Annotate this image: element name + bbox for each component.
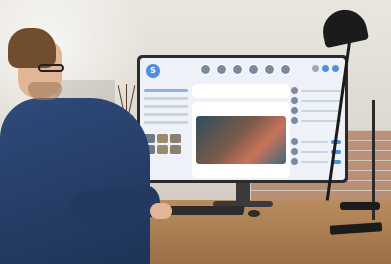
- header-icons: [312, 65, 339, 72]
- social-app-screen: S: [140, 58, 345, 180]
- post-image: [196, 116, 286, 164]
- photo-thumbnail: [157, 145, 168, 154]
- contact-row: [291, 107, 341, 114]
- photo-thumbnail: [157, 134, 168, 143]
- mouse: [248, 210, 260, 217]
- notification-icon: [312, 65, 319, 72]
- avatar: [232, 64, 243, 75]
- contact-row: [291, 87, 341, 94]
- contact-row: [291, 97, 341, 104]
- suggestion-name: [301, 160, 328, 163]
- feed-post: [192, 102, 290, 178]
- contact-name: [301, 119, 341, 122]
- suggestion-name: [301, 150, 328, 153]
- man-at-computer: [0, 10, 172, 264]
- contact-name: [301, 109, 341, 112]
- avatar: [291, 87, 298, 94]
- photo-scene: S: [0, 0, 391, 264]
- post-composer: [192, 84, 290, 98]
- desk-lamp-base: [340, 202, 380, 210]
- avatar: [200, 64, 211, 75]
- photo-thumbnail: [170, 134, 181, 143]
- suggestion-name: [301, 140, 328, 143]
- hair: [8, 28, 56, 68]
- monitor: S: [137, 55, 348, 183]
- profile-icon: [332, 65, 339, 72]
- feed: [192, 84, 290, 180]
- avatar: [291, 107, 298, 114]
- contact-name: [301, 99, 341, 102]
- avatar: [291, 117, 298, 124]
- avatar: [291, 158, 298, 165]
- avatar: [291, 97, 298, 104]
- avatar: [264, 64, 275, 75]
- avatar: [291, 138, 298, 145]
- settings-icon: [322, 65, 329, 72]
- contact-row: [291, 117, 341, 124]
- monitor-stand: [236, 183, 250, 203]
- glasses: [38, 64, 64, 72]
- avatar: [216, 64, 227, 75]
- avatar: [248, 64, 259, 75]
- shirt: [0, 98, 150, 264]
- avatar: [280, 64, 291, 75]
- beard: [28, 82, 62, 100]
- avatar: [291, 148, 298, 155]
- desk-lamp-head: [318, 5, 370, 49]
- contact-name: [301, 89, 341, 92]
- keyboard: [159, 206, 245, 215]
- photo-thumbnail: [170, 145, 181, 154]
- story-avatars: [200, 64, 291, 75]
- hand: [150, 203, 172, 219]
